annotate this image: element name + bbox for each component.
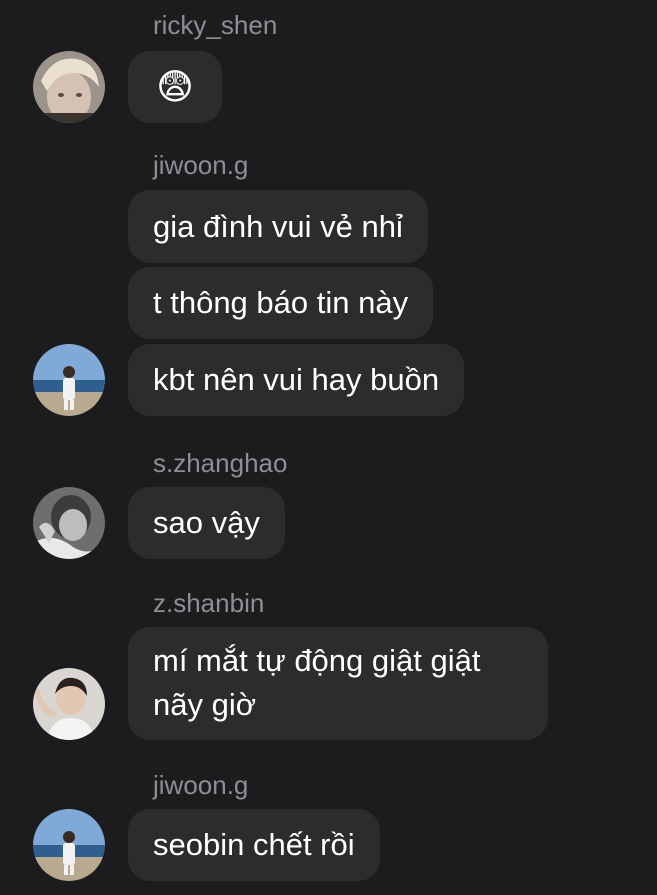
sender-name: jiwoon.g [153, 150, 249, 180]
avatar-jiwoon-g[interactable] [33, 344, 105, 416]
avatar-pose-icon [33, 668, 105, 740]
avatar-beach-icon [33, 809, 105, 881]
message-bubble[interactable]: mí mắt tự động giật giật nãy giờ [128, 627, 548, 740]
message-text: sao vậy [153, 505, 260, 540]
message-bubble-emoji[interactable]: 😨 [128, 51, 222, 123]
message-bubble[interactable]: seobin chết rồi [128, 809, 380, 881]
avatar-z-shanbin[interactable] [33, 668, 105, 740]
avatar-ricky-shen[interactable] [33, 51, 105, 123]
avatar-s-zhanghao[interactable] [33, 487, 105, 559]
message-text: gia đình vui vẻ nhỉ [153, 208, 403, 244]
fearful-face-emoji: 😨 [156, 66, 194, 107]
avatar-blonde-icon [33, 51, 105, 123]
message-text: mí mắt tự động giật giật nãy giờ [153, 643, 481, 722]
sender-name: s.zhanghao [153, 448, 288, 478]
avatar-bw-icon [33, 487, 105, 559]
message-bubble[interactable]: sao vậy [128, 487, 285, 559]
message-text: t thông báo tin này [153, 285, 409, 320]
avatar-jiwoon-g[interactable] [33, 809, 105, 881]
sender-name: ricky_shen [153, 10, 278, 40]
message-bubble[interactable]: kbt nên vui hay buồn [128, 344, 465, 416]
message-text: seobin chết rồi [153, 827, 355, 862]
message-bubble[interactable]: gia đình vui vẻ nhỉ [128, 190, 428, 263]
avatar-beach-icon [33, 344, 105, 416]
message-bubble[interactable]: t thông báo tin này [128, 267, 434, 339]
message-text: kbt nên vui hay buồn [153, 362, 440, 397]
sender-name: z.shanbin [153, 588, 265, 618]
sender-name: jiwoon.g [153, 770, 249, 800]
